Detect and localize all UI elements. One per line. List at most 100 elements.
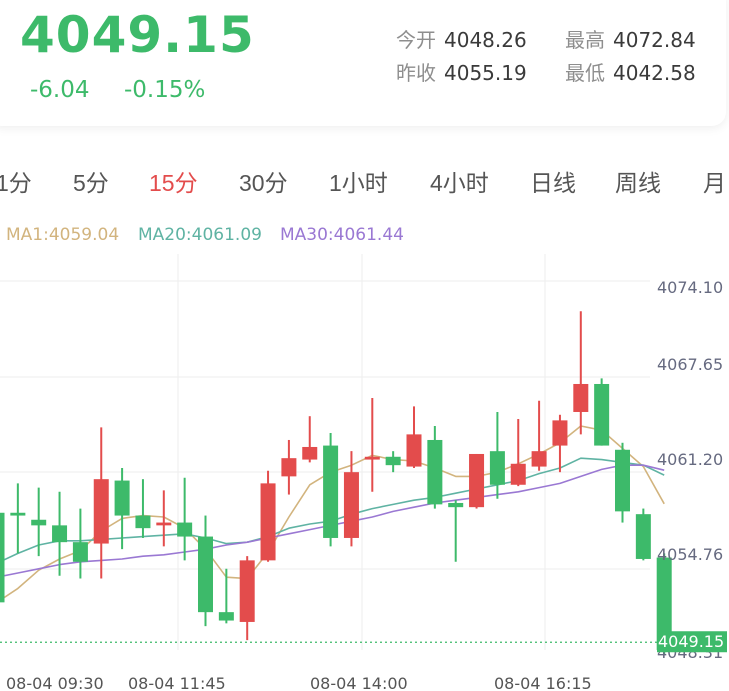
candle-body [594, 383, 610, 446]
candle-body [31, 519, 47, 526]
x-tick-label: 08-04 11:45 [128, 674, 226, 691]
candle [302, 416, 318, 463]
candle [93, 427, 109, 579]
prev-close-value: 4055.19 [444, 61, 527, 85]
low-stat: 最低 4042.58 [565, 57, 696, 86]
tab-4hour[interactable]: 4小时 [430, 164, 489, 198]
low-label: 最低 [565, 63, 605, 85]
candle-body [323, 445, 339, 538]
candle-body [239, 560, 255, 622]
candle [343, 451, 359, 547]
candle-body [615, 449, 630, 512]
open-value: 4048.26 [444, 28, 527, 52]
candle-body [531, 451, 547, 467]
candle [31, 487, 47, 557]
candles [0, 311, 672, 655]
candle [281, 439, 297, 495]
open-stat: 今开 4048.26 [396, 24, 527, 53]
candle-body [302, 446, 318, 460]
high-stat: 最高 4072.84 [565, 24, 696, 53]
price-change-percent: -0.15% [124, 77, 206, 103]
candle-body [281, 458, 297, 477]
prev-close-stat: 昨收 4055.19 [396, 57, 527, 86]
candle [615, 442, 630, 523]
candle [406, 406, 422, 468]
candle-body [573, 383, 589, 412]
candle-body [135, 515, 151, 529]
candle-body [635, 514, 651, 559]
price-change: -6.04 [30, 77, 90, 103]
x-tick-label: 08-04 14:00 [310, 674, 408, 691]
candle-body [114, 480, 130, 516]
candle [635, 508, 651, 561]
candle-body [364, 456, 380, 460]
last-price: 4049.15 [20, 6, 255, 64]
tab-15min[interactable]: 15分 [149, 164, 198, 198]
x-tick-label: 08-04 09:30 [6, 674, 104, 691]
candle-body [343, 472, 359, 538]
tab-daily[interactable]: 日线 [530, 164, 576, 198]
candle-body [469, 453, 485, 508]
ma1-legend: MA1:4059.04 [6, 225, 120, 245]
tab-1min[interactable]: 1分 [0, 164, 32, 198]
candle [10, 483, 26, 554]
ma30-legend: MA30:4061.44 [280, 225, 404, 245]
candle-body [385, 456, 401, 466]
candle [364, 397, 380, 492]
candle [72, 508, 88, 579]
candle [198, 515, 213, 627]
current-price-marker: 4049.15 [0, 631, 727, 653]
candle [156, 490, 172, 547]
candle [0, 512, 5, 603]
candle-body [93, 479, 109, 544]
candle [427, 425, 443, 509]
candle [448, 500, 464, 562]
candle [469, 453, 485, 509]
prev-close-label: 昨收 [396, 63, 436, 85]
candle-body [489, 451, 505, 485]
candle [177, 477, 193, 561]
high-value: 4072.84 [613, 28, 696, 52]
y-tick-label: 4054.76 [657, 545, 723, 564]
candle-body [0, 512, 5, 603]
candle [323, 432, 339, 547]
current-price-label: 4049.15 [658, 632, 724, 651]
candle-body [218, 612, 234, 621]
tab-weekly[interactable]: 周线 [615, 164, 661, 198]
x-tick-label: 08-04 16:15 [494, 674, 592, 691]
tab-monthly[interactable]: 月 [703, 164, 726, 198]
candle-body [406, 434, 422, 467]
candle [510, 418, 526, 487]
candle [531, 400, 547, 471]
candle-body [552, 420, 568, 446]
candle-body [448, 502, 464, 508]
candle [594, 378, 610, 446]
candle-body [177, 522, 193, 537]
candle [385, 451, 401, 473]
candle [260, 470, 276, 562]
candle [135, 479, 151, 538]
x-axis: 08-04 09:30 08-04 11:45 08-04 14:00 08-04 1… [6, 674, 592, 691]
candle-body [427, 439, 443, 505]
y-tick-label: 4061.20 [657, 450, 723, 469]
open-label: 今开 [396, 30, 436, 52]
candle [573, 311, 589, 435]
candle-body [260, 483, 276, 561]
candle [239, 556, 255, 641]
high-label: 最高 [565, 30, 605, 52]
candle [552, 414, 568, 473]
y-tick-label: 4067.65 [657, 355, 723, 374]
period-tabs: 1分 5分 15分 30分 1小时 4小时 日线 周线 月 [0, 164, 729, 198]
candle-body [10, 512, 26, 516]
tab-30min[interactable]: 30分 [239, 164, 288, 198]
tab-1hour[interactable]: 1小时 [329, 164, 388, 198]
tab-5min[interactable]: 5分 [73, 164, 109, 198]
low-value: 4042.58 [613, 61, 696, 85]
candle-body [510, 463, 526, 485]
candle-body [198, 536, 213, 613]
kline-chart[interactable]: 4074.104067.654061.204054.764048.31 4049… [0, 246, 729, 691]
candle-body [52, 525, 68, 543]
ma20-legend: MA20:4061.09 [138, 225, 262, 245]
candle-body [72, 542, 88, 562]
y-tick-label: 4074.10 [657, 278, 723, 297]
